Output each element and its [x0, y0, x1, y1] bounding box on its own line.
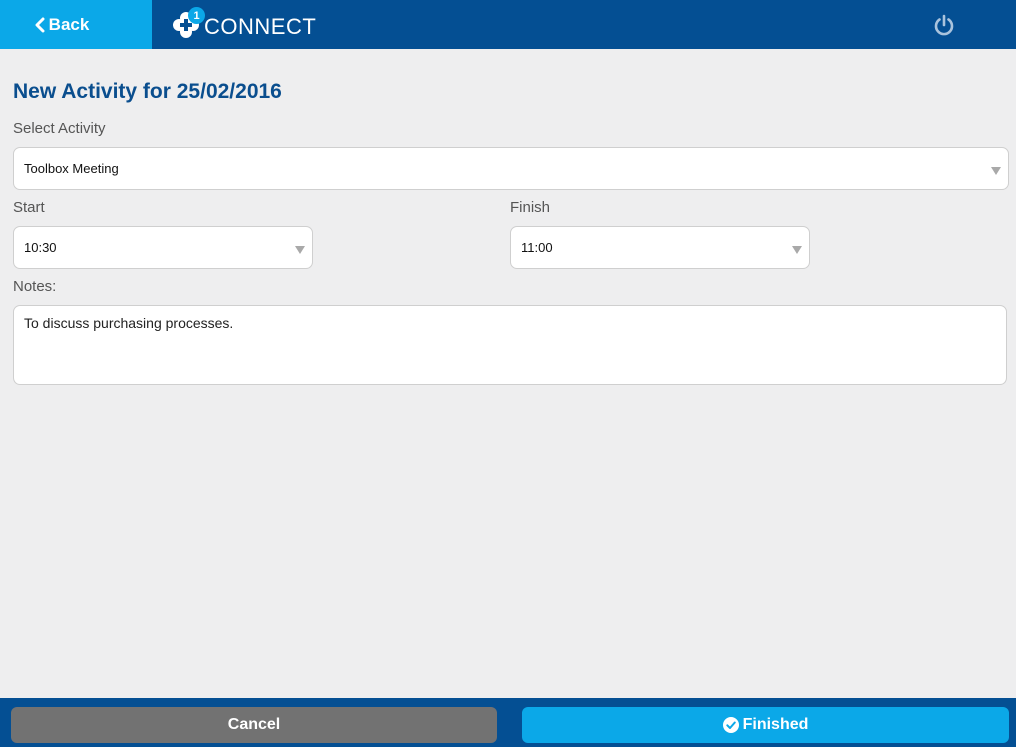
finish-time-value: 11:00: [521, 240, 553, 255]
brand-name: CONNECT: [204, 14, 317, 39]
notes-label: Notes:: [13, 278, 57, 295]
cancel-button[interactable]: Cancel: [11, 707, 497, 743]
dropdown-arrow-icon: [295, 246, 305, 254]
app-logo-icon: 1: [170, 7, 205, 41]
power-icon[interactable]: [932, 13, 956, 37]
cancel-label: Cancel: [227, 716, 281, 733]
dropdown-arrow-icon: [792, 246, 802, 254]
notification-badge: 1: [188, 7, 205, 24]
dropdown-arrow-icon: [991, 167, 1001, 175]
back-button[interactable]: Back: [0, 0, 152, 49]
finish-label: Finish: [510, 199, 551, 216]
select-activity-label: Select Activity: [13, 120, 106, 137]
notes-textarea[interactable]: To discuss purchasing processes.: [13, 305, 1007, 385]
top-bar: Back 1 CONNECT: [0, 0, 1016, 49]
start-time-select[interactable]: 10:30: [13, 226, 313, 269]
finished-button[interactable]: Finished: [522, 707, 1009, 743]
finish-time-select[interactable]: 11:00: [510, 226, 810, 269]
activity-select-value: Toolbox Meeting: [24, 161, 119, 176]
activity-select[interactable]: Toolbox Meeting: [13, 147, 1009, 190]
footer-bar: Cancel Finished: [0, 698, 1016, 747]
brand: 1 CONNECT: [170, 6, 316, 44]
back-label: Back: [48, 14, 90, 34]
start-label: Start: [13, 199, 45, 216]
chevron-left-icon: [35, 17, 45, 33]
start-time-value: 10:30: [24, 240, 57, 255]
finished-label: Finished: [742, 716, 809, 733]
check-circle-icon: [722, 717, 739, 733]
page-title: New Activity for 25/02/2016: [13, 80, 282, 103]
